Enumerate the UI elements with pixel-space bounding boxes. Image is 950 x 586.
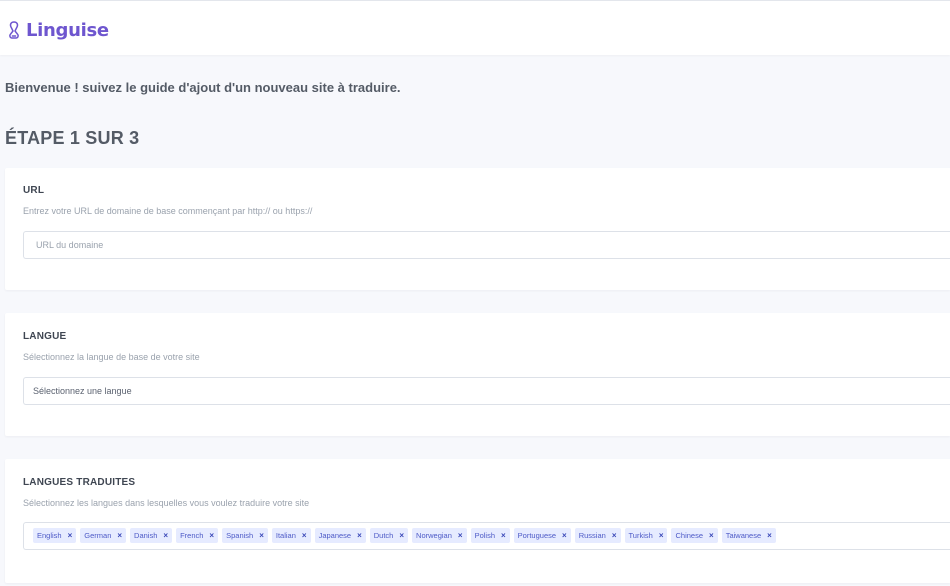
language-title: LANGUE [23, 331, 67, 342]
domain-url-input[interactable] [24, 232, 950, 258]
language-tag-label: Japanese [318, 531, 352, 540]
remove-tag-icon[interactable]: × [458, 531, 463, 540]
translated-languages-title: LANGUES TRADUITES [23, 477, 136, 488]
language-tag: Italian × [271, 528, 311, 543]
remove-tag-icon[interactable]: × [659, 531, 664, 540]
language-tag: Chinese × [671, 528, 718, 543]
language-tag-label: Danish [134, 531, 158, 540]
language-help-text: Sélectionnez la langue de base de votre … [23, 352, 200, 362]
remove-tag-icon[interactable]: × [209, 531, 214, 540]
language-tag-label: Italian [275, 531, 296, 540]
top-bar: Linguise [0, 0, 950, 55]
remove-tag-icon[interactable]: × [302, 531, 307, 540]
remove-tag-icon[interactable]: × [163, 531, 168, 540]
translated-languages-multiselect[interactable]: English × German × Danish × French × Spanish × Ita… [23, 522, 950, 550]
welcome-message: Bienvenue ! suivez le guide d'ajout d'un… [5, 80, 401, 95]
remove-tag-icon[interactable]: × [767, 531, 772, 540]
language-tag-label: Spanish [226, 531, 254, 540]
brand-name: Linguise [26, 19, 109, 41]
language-tag: Portuguese × [513, 528, 571, 543]
language-tag: French × [176, 528, 219, 543]
language-tag: Danish × [130, 528, 173, 543]
language-tag-label: German [84, 531, 112, 540]
brand-logo[interactable]: Linguise [7, 18, 109, 42]
url-card: URL Entrez votre URL de domaine de base … [5, 168, 950, 290]
language-tag-label: Chinese [675, 531, 704, 540]
remove-tag-icon[interactable]: × [612, 531, 617, 540]
language-tag: Polish × [470, 528, 510, 543]
url-title: URL [23, 185, 45, 196]
language-tag: Japanese × [314, 528, 366, 543]
language-tag: Dutch × [369, 528, 409, 543]
base-language-value: Sélectionnez une langue [33, 386, 132, 396]
language-tag: Russian × [574, 528, 621, 543]
language-tag-label: Polish [474, 531, 495, 540]
remove-tag-icon[interactable]: × [501, 531, 506, 540]
language-tags: English × German × Danish × French × Spanish × Ita… [33, 528, 776, 543]
language-tag-label: Russian [578, 531, 606, 540]
language-tag-label: French [180, 531, 204, 540]
translated-languages-help-text: Sélectionnez les langues dans lesquelles… [23, 498, 310, 508]
remove-tag-icon[interactable]: × [562, 531, 567, 540]
language-tag-label: Turkish [628, 531, 653, 540]
step-indicator: ÉTAPE 1 SUR 3 [5, 128, 140, 148]
language-card: LANGUE Sélectionnez la langue de base de… [5, 313, 950, 436]
remove-tag-icon[interactable]: × [399, 531, 404, 540]
language-tag: German × [80, 528, 127, 543]
remove-tag-icon[interactable]: × [68, 531, 73, 540]
language-tag-label: Portuguese [517, 531, 557, 540]
base-language-select[interactable]: Sélectionnez une langue [23, 377, 950, 405]
linguise-logo-icon [9, 21, 19, 39]
language-tag-label: Norwegian [416, 531, 452, 540]
language-tag-label: Taiwanese [725, 531, 762, 540]
language-tag-label: English [37, 531, 62, 540]
remove-tag-icon[interactable]: × [259, 531, 264, 540]
language-tag-label: Dutch [373, 531, 394, 540]
language-tag: Spanish × [222, 528, 268, 543]
url-field [23, 231, 950, 259]
remove-tag-icon[interactable]: × [357, 531, 362, 540]
translated-languages-card: LANGUES TRADUITES Sélectionnez les langu… [5, 459, 950, 583]
language-tag: Turkish × [624, 528, 668, 543]
url-help-text: Entrez votre URL de domaine de base comm… [23, 206, 313, 216]
language-tag: Norwegian × [412, 528, 467, 543]
remove-tag-icon[interactable]: × [117, 531, 122, 540]
language-tag: Taiwanese × [721, 528, 776, 543]
language-tag: English × [33, 528, 77, 543]
remove-tag-icon[interactable]: × [709, 531, 714, 540]
